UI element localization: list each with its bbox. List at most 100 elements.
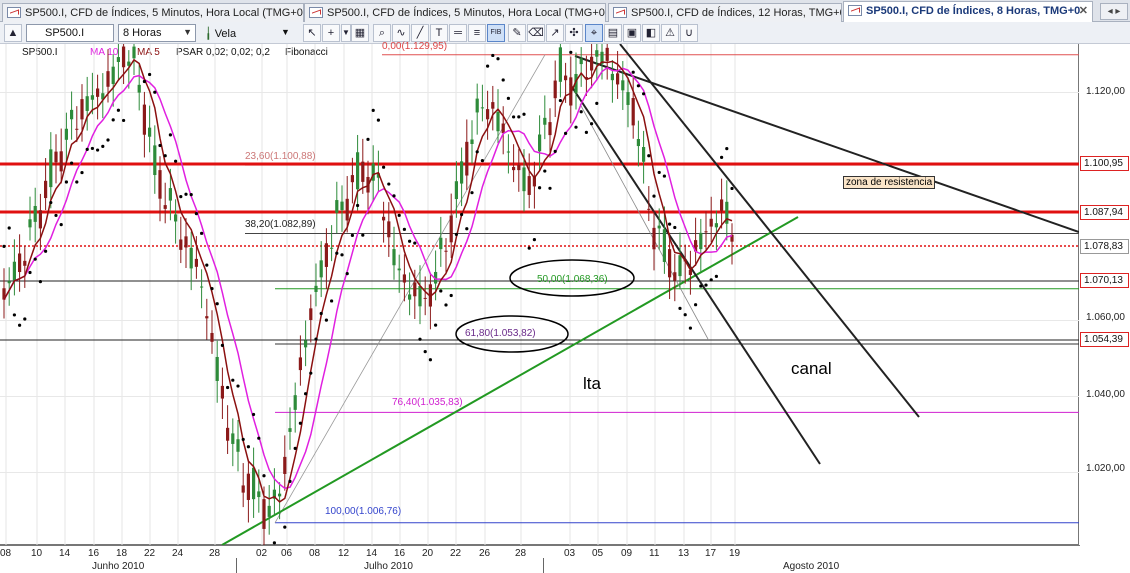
candle-body — [454, 181, 458, 200]
chart-icon — [309, 7, 323, 18]
chart-canvas[interactable] — [0, 44, 1079, 545]
chart-icon — [7, 7, 21, 18]
lock-icon[interactable]: ∪ — [680, 24, 698, 42]
candle-body — [356, 152, 360, 190]
arrow-icon[interactable]: ↗ — [546, 24, 564, 42]
x-tick-label: 11 — [649, 548, 660, 559]
symbol-selector[interactable]: SP500.I — [26, 24, 114, 42]
save-icon[interactable]: ▤ — [604, 24, 622, 42]
tab-chart-1[interactable]: SP500.I, CFD de Índices, 5 Minutos, Hora… — [2, 3, 304, 22]
month-label: Julho 2010 — [364, 561, 413, 572]
tab-chart-3[interactable]: SP500.I, CFD de Índices, 12 Horas, TMG+0 — [608, 3, 842, 22]
y-tick-label: 1.060,00 — [1086, 312, 1125, 323]
candle-body — [720, 199, 724, 211]
x-tick-label: 20 — [422, 548, 434, 559]
alert-icon[interactable]: ⚠ — [661, 24, 679, 42]
move-icon[interactable]: ✣ — [565, 24, 583, 42]
zoom-icon[interactable]: ⌕ — [373, 24, 391, 42]
psar-dot — [574, 125, 578, 129]
x-tick-label: 08 — [309, 548, 321, 559]
tab-chart-2[interactable]: SP500.I, CFD de Índices, 5 Minutos, Hora… — [304, 3, 606, 22]
month-label: Junho 2010 — [92, 561, 145, 572]
candle-body — [382, 216, 386, 221]
close-icon[interactable]: ✕ — [1079, 4, 1088, 17]
fibonacci-button[interactable]: FIB — [487, 24, 505, 42]
psar-dot — [668, 222, 672, 226]
chart-type-dropdown[interactable]: ╽ Vela ▼ — [205, 24, 295, 42]
psar-dot — [59, 222, 63, 227]
psar-dot — [231, 378, 235, 382]
candle-body — [163, 205, 167, 209]
chevron-down-icon[interactable]: ▼ — [341, 24, 351, 42]
psar-dot — [163, 154, 167, 158]
candle-body — [200, 286, 204, 288]
psar-dot — [699, 284, 703, 288]
candle-body — [392, 249, 396, 266]
magnet-icon[interactable]: ⌖ — [585, 24, 603, 42]
candle-body — [96, 88, 100, 97]
candle-body — [184, 236, 188, 248]
text-tool-icon[interactable]: T — [430, 24, 448, 42]
tab-chart-4-active[interactable]: SP500.I, CFD de Índices, 8 Horas, TMG+0 … — [843, 1, 1093, 22]
candle-body — [44, 180, 48, 199]
chart-toolbar: ▲ SP500.I 8 Horas ▼ ╽ Vela ▼ ↖ + ▼ ▦ ⌕ ∿… — [0, 22, 1130, 44]
x-tick-label: 10 — [31, 548, 43, 559]
template-icon[interactable]: ▣ — [623, 24, 641, 42]
grid-icon[interactable]: ▦ — [351, 24, 369, 42]
psar-dot — [361, 233, 365, 237]
candle-body — [506, 151, 510, 153]
tab-label: SP500.I, CFD de Índices, 8 Horas, TMG+0 — [866, 5, 1081, 17]
psar-dot — [434, 323, 438, 327]
psar-dot — [158, 143, 162, 148]
price-plot[interactable] — [0, 44, 1079, 545]
psar-dot — [33, 257, 37, 261]
psar-dot — [49, 200, 53, 205]
candle-body — [80, 99, 84, 120]
layers-icon[interactable]: ◧ — [642, 24, 660, 42]
candle-body — [558, 47, 562, 82]
price-level-box: 1.100,95 — [1080, 156, 1129, 171]
candle-body — [142, 104, 146, 135]
candle-body — [33, 205, 37, 222]
psar-dot — [413, 241, 417, 245]
psar-dot — [189, 193, 193, 197]
candle-body — [564, 75, 568, 81]
candle-body — [647, 208, 651, 210]
x-tick-label: 08 — [0, 548, 12, 559]
indicator-icon[interactable]: ∿ — [392, 24, 410, 42]
psar-dot — [647, 154, 651, 158]
collapse-icon[interactable]: ▲ — [4, 24, 22, 42]
psar-dot — [480, 158, 484, 163]
candle-body — [590, 56, 594, 71]
candle-body — [257, 491, 261, 498]
cursor-icon[interactable]: ↖ — [303, 24, 321, 42]
channel-tool-icon[interactable]: ≡ — [468, 24, 486, 42]
psar-dot — [527, 246, 531, 250]
hline-tool-icon[interactable]: ═ — [449, 24, 467, 42]
tab-scroll-buttons[interactable]: ◂ ▸ — [1100, 3, 1128, 20]
psar-dot — [449, 293, 453, 298]
chevron-down-icon: ▼ — [183, 27, 192, 37]
pencil-icon[interactable]: ✎ — [508, 24, 526, 42]
psar-dot — [397, 213, 401, 217]
candle-body — [501, 123, 505, 134]
y-tick-label: 1.040,00 — [1086, 389, 1125, 400]
time-axis[interactable] — [0, 545, 1080, 573]
crosshair-icon[interactable]: + — [322, 24, 340, 42]
psar-dot — [335, 251, 339, 255]
candle-body — [480, 107, 484, 109]
candle-body — [543, 117, 547, 125]
candle-body — [236, 439, 240, 452]
psar-dot — [584, 130, 589, 134]
psar-dot — [23, 317, 27, 321]
candle-body — [413, 282, 417, 297]
candle-body — [418, 286, 422, 307]
eraser-icon[interactable]: ⌫ — [527, 24, 545, 42]
psar-dot — [460, 212, 464, 217]
candle-body — [283, 456, 287, 474]
timeframe-dropdown[interactable]: 8 Horas ▼ — [118, 24, 196, 42]
psar-dot — [522, 112, 526, 116]
psar-dot — [511, 115, 516, 119]
psar-dot — [548, 186, 552, 190]
line-tool-icon[interactable]: ╱ — [411, 24, 429, 42]
